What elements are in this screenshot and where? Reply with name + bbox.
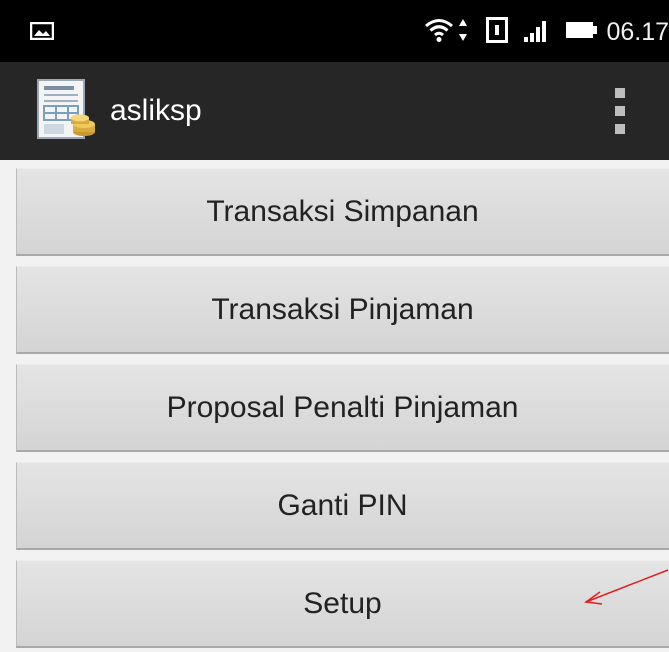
app-logo-icon xyxy=(34,78,98,144)
battery-icon xyxy=(566,21,598,44)
status-time: 06.17 xyxy=(606,17,669,46)
button-label: Transaksi Pinjaman xyxy=(211,292,474,326)
wifi-icon xyxy=(424,17,454,48)
button-label: Setup xyxy=(303,586,382,620)
transaksi-simpanan-button[interactable]: Transaksi Simpanan xyxy=(16,168,669,256)
sim-icon xyxy=(486,16,509,48)
ganti-pin-button[interactable]: Ganti PIN xyxy=(16,462,669,550)
overflow-menu-icon[interactable] xyxy=(608,86,632,136)
action-bar: asliksp xyxy=(0,62,669,160)
data-transfer-icon xyxy=(458,18,468,47)
button-label: Ganti PIN xyxy=(277,488,408,522)
app-screen: 06.17 asliksp Transaksi Simpanan Transak… xyxy=(0,0,669,652)
image-notification-icon xyxy=(29,21,55,45)
status-icons: 06.17 xyxy=(410,14,669,50)
status-bar: 06.17 xyxy=(0,0,669,62)
signal-icon xyxy=(522,17,548,48)
app-title: asliksp xyxy=(110,94,202,127)
button-label: Transaksi Simpanan xyxy=(206,194,479,228)
setup-button[interactable]: Setup xyxy=(16,560,669,648)
transaksi-pinjaman-button[interactable]: Transaksi Pinjaman xyxy=(16,266,669,354)
button-label: Proposal Penalti Pinjaman xyxy=(166,390,519,424)
proposal-penalti-pinjaman-button[interactable]: Proposal Penalti Pinjaman xyxy=(16,364,669,452)
